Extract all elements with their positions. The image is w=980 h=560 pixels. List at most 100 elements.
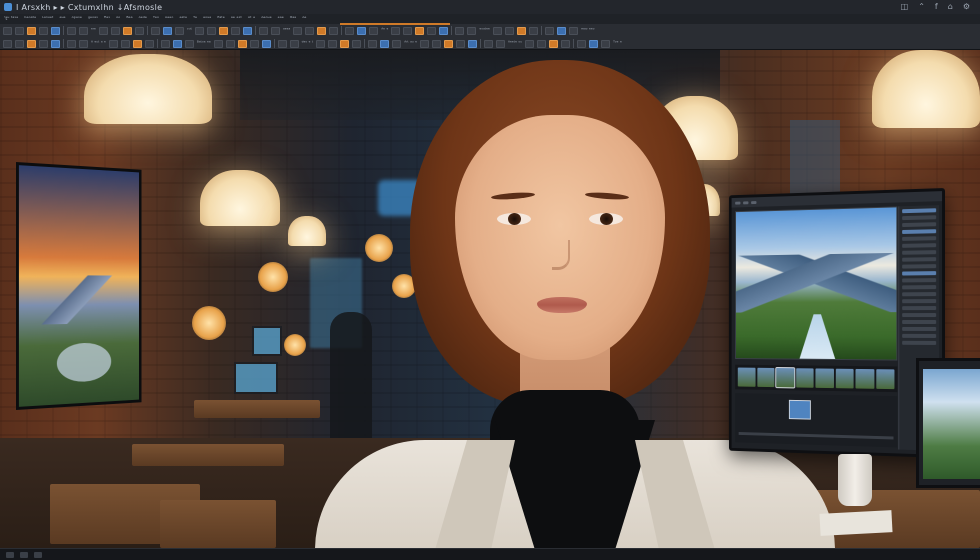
tool-icon[interactable] bbox=[467, 26, 477, 35]
panel-row[interactable] bbox=[902, 250, 937, 255]
tool-icon[interactable] bbox=[468, 39, 478, 48]
tool-icon[interactable] bbox=[293, 26, 303, 35]
tool-icon[interactable] bbox=[492, 26, 502, 35]
tool-icon[interactable] bbox=[391, 26, 401, 35]
layout-icon[interactable]: ◫ bbox=[901, 3, 909, 11]
tool-icon[interactable] bbox=[144, 39, 154, 48]
panel-row[interactable] bbox=[902, 236, 937, 241]
tool-icon[interactable] bbox=[134, 26, 144, 35]
tool-icon[interactable] bbox=[3, 39, 12, 48]
tool-icon[interactable] bbox=[98, 26, 108, 35]
tool-icon[interactable] bbox=[79, 39, 88, 48]
tool-icon[interactable] bbox=[577, 39, 587, 48]
panel-row[interactable] bbox=[902, 313, 937, 318]
panel-row[interactable] bbox=[902, 326, 937, 331]
tool-icon[interactable] bbox=[368, 39, 378, 48]
tool-icon[interactable] bbox=[328, 39, 338, 48]
menu-item[interactable]: ˈtᵘ ᵗᵃˢᵉ bbox=[4, 16, 18, 22]
filmstrip-thumb[interactable] bbox=[795, 368, 814, 388]
tool-icon[interactable] bbox=[261, 39, 271, 48]
menu-item[interactable]: ᴳᵃᵉ bbox=[290, 16, 296, 22]
menu-item[interactable]: ᴬᵉ bbox=[302, 16, 306, 22]
home-icon[interactable]: ⌂ bbox=[948, 3, 953, 11]
filmstrip-thumb[interactable] bbox=[737, 367, 756, 387]
toolbar-label[interactable]: ᴬ ᵉᵘᵗ ᵃ ᵉ bbox=[91, 41, 106, 46]
menu-item[interactable]: ᵃᵉ ᵉˢᵗ bbox=[231, 16, 242, 22]
tool-icon[interactable] bbox=[444, 39, 454, 48]
panel-row[interactable] bbox=[902, 292, 937, 297]
menu-item[interactable]: ᴱᵃᵗᵉ bbox=[217, 16, 225, 22]
panel-row[interactable] bbox=[902, 306, 937, 311]
tool-icon[interactable] bbox=[249, 39, 259, 48]
menu-item[interactable]: ᵍᵉᵒᵃˢ bbox=[88, 16, 98, 22]
filmstrip-thumb[interactable] bbox=[775, 367, 795, 389]
toolbar-label[interactable]: ᵒᵘᵗ bbox=[187, 28, 192, 33]
panel-row[interactable] bbox=[902, 264, 937, 269]
tool-icon[interactable] bbox=[194, 26, 204, 35]
menu-dot-icon[interactable] bbox=[735, 201, 741, 205]
tool-icon[interactable] bbox=[122, 26, 132, 35]
filmstrip-thumb[interactable] bbox=[875, 369, 895, 390]
menu-item[interactable]: ᵇᵉᵒᵃᵗᵉ bbox=[24, 16, 36, 22]
tool-icon[interactable] bbox=[51, 26, 60, 35]
menu-item[interactable]: ᴬᵉᵉᵒ bbox=[165, 16, 173, 22]
tool-icon[interactable] bbox=[403, 26, 413, 35]
panel-row[interactable] bbox=[902, 285, 937, 290]
tool-icon[interactable] bbox=[172, 39, 182, 48]
timeline-scrubber[interactable] bbox=[738, 432, 894, 440]
filmstrip-thumb[interactable] bbox=[835, 368, 854, 389]
tool-icon[interactable] bbox=[380, 39, 390, 48]
tool-icon[interactable] bbox=[369, 26, 379, 35]
toolbar-label[interactable]: ᴬᵉᵉᵗᵉ ᵒᵘ bbox=[508, 41, 522, 46]
tool-icon[interactable] bbox=[213, 39, 223, 48]
filmstrip-thumb[interactable] bbox=[756, 367, 775, 388]
font-icon[interactable]: f bbox=[935, 3, 938, 11]
editor-canvas-photo[interactable] bbox=[735, 206, 898, 361]
tool-icon[interactable] bbox=[537, 39, 547, 48]
tool-icon[interactable] bbox=[504, 26, 514, 35]
tool-icon[interactable] bbox=[427, 26, 437, 35]
tool-icon[interactable] bbox=[317, 26, 327, 35]
tool-icon[interactable] bbox=[27, 26, 36, 35]
toolbar-label[interactable]: ᴬᵉ ᵉ bbox=[381, 28, 388, 33]
tool-icon[interactable] bbox=[3, 26, 12, 35]
tool-icon[interactable] bbox=[392, 39, 402, 48]
panel-row[interactable] bbox=[902, 271, 937, 276]
tool-icon[interactable] bbox=[516, 26, 526, 35]
tool-icon[interactable] bbox=[357, 26, 367, 35]
panel-row[interactable] bbox=[902, 243, 937, 248]
panel-row[interactable] bbox=[902, 320, 937, 324]
menu-item[interactable]: ᴸᵃⁿᵘᵉᵗ bbox=[42, 16, 53, 22]
menu-item[interactable]: ᴿᵉˢ bbox=[104, 16, 110, 22]
tool-icon[interactable] bbox=[556, 26, 566, 35]
panel-row[interactable] bbox=[902, 222, 937, 228]
tool-icon[interactable] bbox=[258, 26, 268, 35]
panel-row[interactable] bbox=[902, 215, 937, 221]
panel-row[interactable] bbox=[902, 340, 937, 345]
panel-row[interactable] bbox=[902, 333, 937, 338]
panel-row[interactable] bbox=[902, 278, 937, 283]
tool-icon[interactable] bbox=[484, 39, 494, 48]
share-icon[interactable]: ⌃ bbox=[918, 3, 925, 11]
tool-icon[interactable] bbox=[352, 39, 362, 48]
tool-icon[interactable] bbox=[589, 39, 599, 48]
tool-icon[interactable] bbox=[439, 26, 449, 35]
tool-icon[interactable] bbox=[277, 39, 287, 48]
tool-icon[interactable] bbox=[162, 26, 172, 35]
tool-icon[interactable] bbox=[544, 26, 554, 35]
toolbar-label[interactable]: ʳᵉᵃᵒ ᵉᵉᵒ bbox=[581, 28, 595, 33]
taskbar-app-icon[interactable] bbox=[6, 551, 14, 558]
menu-item[interactable]: ᵉᵒᵘᵉ bbox=[203, 16, 211, 22]
menu-item[interactable]: ᵉᵘᵉ bbox=[59, 16, 65, 22]
menu-item[interactable]: ᴬᵉᵒᵘᵉ bbox=[261, 16, 271, 22]
tool-icon[interactable] bbox=[289, 39, 299, 48]
tool-icon[interactable] bbox=[15, 39, 24, 48]
panel-row[interactable] bbox=[902, 208, 937, 214]
tool-icon[interactable] bbox=[160, 39, 170, 48]
toolbar-label[interactable]: ᵃᵉᵉᵃ bbox=[283, 28, 290, 33]
tool-icon[interactable] bbox=[206, 26, 216, 35]
tool-icon[interactable] bbox=[329, 26, 339, 35]
menu-dot-icon[interactable] bbox=[751, 200, 757, 204]
tool-icon[interactable] bbox=[455, 26, 465, 35]
tool-icon[interactable] bbox=[242, 26, 252, 35]
